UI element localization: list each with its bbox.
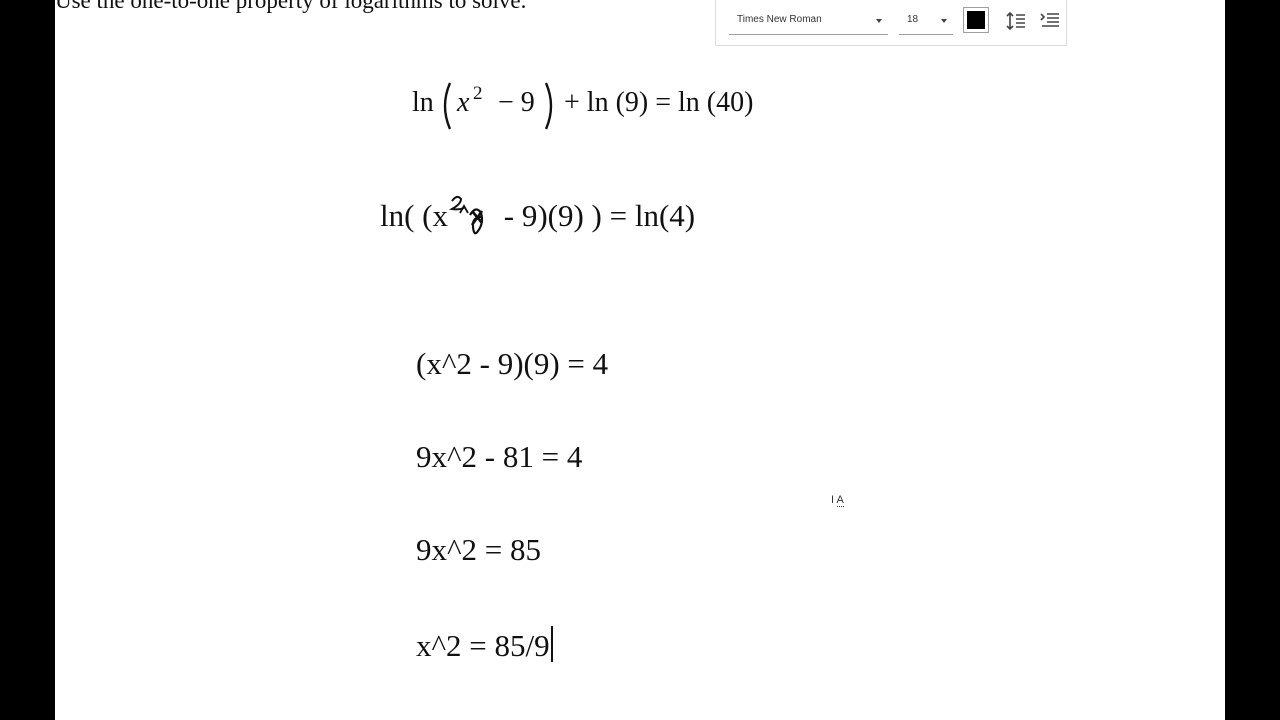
handwritten-exponent-scribble [448,195,484,235]
work-line-1-start: ln( (x [380,198,449,233]
work-line-5[interactable]: x^2 = 85/9 [416,626,553,664]
font-size-dropdown-icon [941,19,947,23]
work-line-1-end: - 9)(9) ) = ln(4) [496,198,696,233]
pointer-label: A [836,494,844,507]
work-line-5-text: x^2 = 85/9 [416,628,550,663]
text-cursor [550,626,553,662]
document-page[interactable]: Use the one-to-one property of logarithm… [55,0,1225,720]
font-family-dropdown-icon [876,19,882,23]
equation-image: ln x 2 − 9 + ln (9) = ln (40) [412,78,792,138]
font-size-select[interactable]: 18 [899,10,953,35]
font-size-value: 18 [907,14,919,25]
equation-left-paren [443,82,452,130]
equation-x: x [456,87,470,118]
font-family-select[interactable]: Times New Roman [729,10,888,35]
ibeam-cursor-icon: I [831,494,835,506]
equation-right-paren [544,82,553,130]
work-line-3[interactable]: 9x^2 - 81 = 4 [416,439,582,475]
equation-exponent: 2 [473,83,483,104]
line-spacing-icon[interactable] [1005,10,1027,32]
list-indent-icon[interactable] [1039,10,1061,32]
work-line-1[interactable]: ln( (x - 9)(9) ) = ln(4) [380,198,695,234]
text-color-button[interactable] [963,7,989,33]
text-format-toolbar: Times New Roman 18 [715,0,1067,46]
work-line-2[interactable]: (x^2 - 9)(9) = 4 [416,346,608,382]
mouse-pointer: I A [831,494,844,507]
font-family-value: Times New Roman [737,14,822,25]
text-color-swatch [967,11,985,29]
equation-minus-nine: − 9 [498,87,535,118]
equation-rest: + ln (9) = ln (40) [564,87,753,118]
work-line-4[interactable]: 9x^2 = 85 [416,532,541,568]
equation-ln-1: ln [412,87,434,118]
instruction-text: Use the one-to-one property of logarithm… [55,0,527,13]
